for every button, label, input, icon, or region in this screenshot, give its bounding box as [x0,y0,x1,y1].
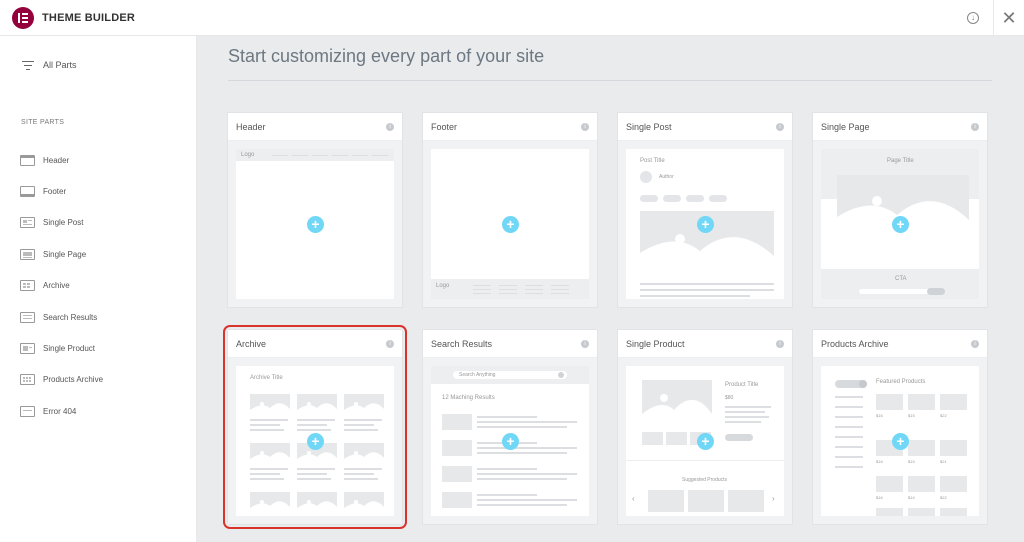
add-template-button[interactable]: + [892,216,909,233]
sidebar-item-error-404[interactable]: Error 404 [20,406,76,417]
card-single-page[interactable]: Single Page i Page Title CTA + [812,112,988,308]
preview-cta: CTA [895,276,907,282]
card-header[interactable]: Header i Logo + [227,112,403,308]
card-archive[interactable]: Archive i Archive Title + [223,325,407,529]
sidebar-item-label: Single Page [43,250,87,259]
product-price: $16 [876,413,883,418]
add-template-button[interactable]: + [502,433,519,450]
product-price: $15 [908,459,915,464]
preview-product-title: Product Title [725,382,759,388]
card-products-archive[interactable]: Products Archive i Featured Products $16 … [812,329,988,525]
card-single-product[interactable]: Single Product i Product Title $80 Sugges… [617,329,793,525]
footer-icon [20,186,35,197]
card-footer[interactable]: Footer i Logo + [422,112,598,308]
close-icon[interactable]: ✕ [994,0,1024,36]
chevron-right-icon: › [772,494,775,503]
search-results-icon [20,312,35,323]
info-icon[interactable]: i [581,122,589,131]
card-title: Archive [236,338,267,349]
info-icon[interactable]: ↓ [967,12,979,24]
app-title: THEME BUILDER [42,11,136,24]
chevron-left-icon: ‹ [632,494,635,503]
add-template-button[interactable]: + [697,433,714,450]
preview-suggested-products: Suggested Products [682,477,728,483]
preview-price: $80 [725,395,734,401]
image-placeholder-icon [642,380,712,428]
archive-icon [20,280,35,291]
single-page-icon [20,249,35,260]
info-icon[interactable]: i [971,122,979,131]
top-bar: THEME BUILDER ↓ ✕ [0,0,1024,36]
preview-logo: Logo [241,152,255,158]
page-title: Start customizing every part of your sit… [228,46,545,66]
add-template-button[interactable]: + [502,216,519,233]
preview-featured-products: Featured Products [876,379,926,385]
sidebar-item-label: Footer [43,187,67,196]
product-price: $14 [908,495,915,500]
search-icon [558,372,564,378]
add-template-button[interactable]: + [892,433,909,450]
all-parts-link[interactable]: All Parts [22,60,77,70]
card-single-post[interactable]: Single Post i Post Title Author + [617,112,793,308]
product-price: $15 [908,413,915,418]
info-icon[interactable]: i [776,122,784,131]
site-parts-heading: SITE PARTS [21,119,65,126]
card-title: Search Results [431,338,493,349]
preview-search-placeholder: Search Anything [459,372,496,378]
sidebar-item-archive[interactable]: Archive [20,280,70,291]
sidebar-item-single-page[interactable]: Single Page [20,249,86,260]
sidebar-item-search-results[interactable]: Search Results [20,312,97,323]
single-post-icon [20,217,35,228]
sidebar-item-label: Error 404 [43,407,77,416]
add-template-button[interactable]: + [307,216,324,233]
card-title: Products Archive [821,338,889,349]
card-title: Single Page [821,121,870,132]
sidebar-item-products-archive[interactable]: Products Archive [20,374,103,385]
card-title: Header [236,121,266,132]
sidebar-item-label: Single Product [43,344,96,353]
info-icon[interactable]: i [581,339,589,348]
single-product-icon [20,343,35,354]
product-price: $16 [876,459,883,464]
sidebar-item-single-product[interactable]: Single Product [20,343,95,354]
sidebar-item-label: Search Results [43,313,98,322]
sidebar-item-header[interactable]: Header [20,155,69,166]
sidebar-item-label: Single Post [43,218,84,227]
sidebar-item-footer[interactable]: Footer [20,186,66,197]
product-price: $22 [940,495,947,500]
info-icon[interactable]: i [971,339,979,348]
preview-page-title: Page Title [887,158,914,164]
info-icon[interactable]: i [776,339,784,348]
add-template-button[interactable]: + [307,433,324,450]
sidebar-item-label: Products Archive [43,375,104,384]
sidebar-item-label: Header [43,156,70,165]
header-icon [20,155,35,166]
preview-logo: Logo [436,283,450,289]
card-title: Single Post [626,121,672,132]
filter-icon [22,60,34,70]
product-price: $22 [940,413,947,418]
all-parts-label: All Parts [43,60,77,70]
card-search-results[interactable]: Search Results i Search Anything 12 Machi… [422,329,598,525]
sidebar-item-single-post[interactable]: Single Post [20,217,83,228]
info-icon[interactable]: i [386,122,394,131]
error-404-icon [20,406,35,417]
sidebar-item-label: Archive [43,281,70,290]
info-icon[interactable]: i [386,339,394,348]
elementor-logo-icon [12,6,34,29]
product-price: $21 [940,459,947,464]
sidebar: All Parts SITE PARTS Header Footer Singl… [0,36,197,542]
card-title: Footer [431,121,458,132]
products-archive-icon [20,374,35,385]
add-template-button[interactable]: + [697,216,714,233]
product-price: $16 [876,495,883,500]
preview-results-count: 12 Maching Results [442,395,495,401]
divider [228,80,992,81]
preview-post-title: Post Title [640,158,665,164]
card-title: Single Product [626,338,685,349]
preview-archive-title: Archive Title [250,375,283,381]
preview-author: Author [659,174,674,180]
